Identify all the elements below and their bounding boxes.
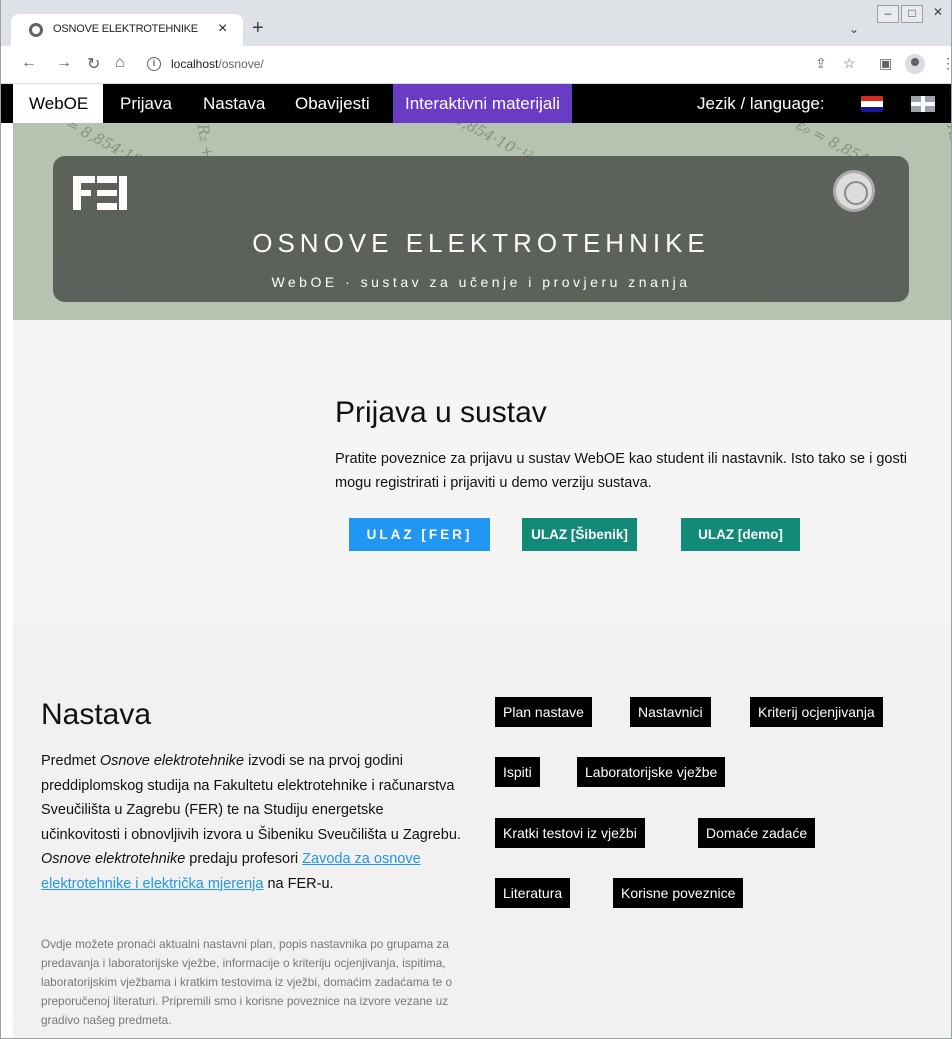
kriterij-ocjenjivanja-button[interactable]: Kriterij ocjenjivanja	[750, 697, 883, 727]
share-icon[interactable]: ⇪	[815, 55, 827, 72]
side-panel-icon[interactable]: ▣	[879, 55, 892, 72]
url-host: localhost	[171, 57, 219, 71]
maximize-icon[interactable]: □	[901, 5, 923, 23]
plan-nastave-button[interactable]: Plan nastave	[495, 697, 592, 727]
hero-title: OSNOVE ELEKTROTEHNIKE	[252, 228, 710, 258]
hero-card: OSNOVE ELEKTROTEHNIKE WebOE · sustav za …	[53, 156, 909, 302]
language-label: Jezik / language:	[697, 94, 825, 113]
ispiti-button[interactable]: Ispiti	[495, 757, 540, 787]
formula-decoration: (R₂ + R₃)	[942, 123, 952, 187]
login-sibenik-button[interactable]: ULAZ [Šibenik]	[522, 518, 637, 551]
tab-close-icon[interactable]: ×	[218, 20, 227, 38]
nastava-section: Nastava Predmet Osnove elektrotehnike iz…	[13, 624, 951, 1038]
lead-text-part: na FER-u.	[263, 875, 334, 892]
login-description: Pratite poveznice za prijavu u sustav We…	[335, 451, 907, 491]
login-demo-button[interactable]: ULAZ [demo]	[681, 518, 800, 551]
domace-zadace-button[interactable]: Domaće zadaće	[698, 818, 816, 848]
minimize-icon[interactable]: –	[877, 5, 899, 23]
login-fer-button[interactable]: ULAZ [FER]	[349, 518, 490, 551]
browser-window: OSNOVE ELEKTROTEHNIKE × + ⌄ – □ ✕ ← → ↻ …	[0, 0, 952, 1039]
nav-item-interaktivni-materijali[interactable]: Interaktivni materijali	[393, 84, 572, 123]
nastava-heading: Nastava	[41, 698, 152, 731]
browser-tab[interactable]: OSNOVE ELEKTROTEHNIKE ×	[11, 14, 243, 46]
forward-arrow-icon[interactable]: →	[56, 54, 72, 72]
nav-item-nastava[interactable]: Nastava	[203, 84, 265, 123]
kratki-testovi-button[interactable]: Kratki testovi iz vježbi	[495, 818, 645, 848]
literatura-button[interactable]: Literatura	[495, 878, 571, 908]
site-navbar: WebOE Prijava Nastava Obavijesti Interak…	[1, 84, 951, 123]
globe-icon	[29, 23, 43, 37]
nav-item-obavijesti[interactable]: Obavijesti	[295, 84, 370, 123]
reload-icon[interactable]: ↻	[87, 54, 100, 74]
english-flag-icon[interactable]	[911, 96, 935, 112]
login-heading: Prijava u sustav	[335, 396, 547, 429]
lead-emphasis: Osnove elektrotehnike	[41, 851, 186, 867]
fer-logo-icon	[73, 176, 133, 210]
brand-link[interactable]: WebOE	[13, 84, 103, 123]
lead-text-part: Predmet	[41, 753, 100, 769]
lead-text-part: predaju profesori	[185, 851, 303, 867]
menu-dots-icon[interactable]: ⋮	[941, 55, 951, 72]
url-path: /osnove/	[218, 57, 264, 71]
back-arrow-icon[interactable]: ←	[21, 54, 37, 72]
close-window-icon[interactable]: ✕	[927, 5, 949, 23]
nav-item-prijava[interactable]: Prijava	[120, 84, 172, 123]
home-icon[interactable]: ⌂	[115, 54, 125, 72]
tab-strip: OSNOVE ELEKTROTEHNIKE × + ⌄ – □ ✕	[1, 0, 951, 46]
address-bar[interactable]: localhost/osnove/	[171, 57, 264, 71]
croatian-flag-icon[interactable]	[861, 96, 883, 112]
university-seal-icon	[833, 170, 875, 212]
nastava-lead-text: Predmet Osnove elektrotehnike izvodi se …	[41, 749, 461, 896]
nastavnici-button[interactable]: Nastavnici	[630, 697, 711, 727]
login-section: Prijava u sustav Pratite poveznice za pr…	[13, 320, 951, 624]
lead-emphasis: Osnove elektrotehnike	[99, 753, 245, 769]
info-icon[interactable]: i	[147, 57, 161, 71]
profile-avatar-icon[interactable]	[905, 54, 925, 74]
korisne-poveznice-button[interactable]: Korisne poveznice	[613, 878, 744, 908]
new-tab-button[interactable]: +	[252, 17, 264, 40]
hero-subtitle: WebOE · sustav za učenje i provjeru znan…	[271, 274, 691, 290]
browser-toolbar: ← → ↻ ⌂ i localhost/osnove/ ⇪ ☆ ▣ ⋮	[1, 46, 951, 84]
laboratorijske-vjezbe-button[interactable]: Laboratorijske vježbe	[577, 757, 726, 787]
bookmark-star-icon[interactable]: ☆	[843, 55, 856, 72]
tab-search-chevron-icon[interactable]: ⌄	[849, 22, 859, 36]
hero-banner: ε₀ = 8,854·10⁻¹² (R₂ + R₃) ε₀ = 8,854·10…	[13, 123, 952, 320]
tab-title: OSNOVE ELEKTROTEHNIKE	[53, 23, 198, 35]
nastava-info-text: Ovdje možete pronaći aktualni nastavni p…	[41, 937, 453, 1027]
